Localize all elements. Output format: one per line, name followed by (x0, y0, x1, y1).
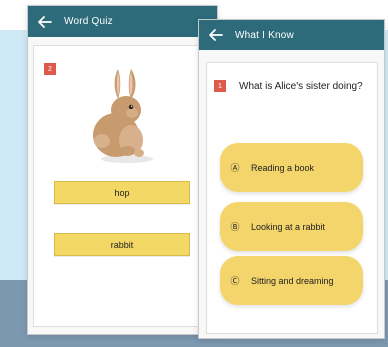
option-c-marker: Ⓒ (230, 276, 240, 286)
word-quiz-screen: Word Quiz 2 hop rabbit (27, 5, 218, 335)
answer-b-button[interactable]: Ⓑ Looking at a rabbit (220, 202, 363, 251)
what-i-know-card: 1 What is Alice's sister doing? Ⓐ Readin… (206, 62, 378, 334)
question-number-badge: 2 (44, 63, 56, 75)
word-quiz-title: Word Quiz (64, 16, 113, 27)
what-i-know-appbar: What I Know (199, 20, 384, 50)
word-quiz-appbar: Word Quiz (28, 6, 217, 37)
question-text: What is Alice's sister doing? (239, 81, 363, 92)
option-a-marker: Ⓐ (230, 163, 240, 173)
word-quiz-card: 2 hop rabbit (33, 45, 213, 327)
option-b-marker: Ⓑ (230, 222, 240, 232)
rabbit-illustration (83, 63, 167, 167)
answer-b-label: Looking at a rabbit (251, 221, 326, 232)
what-i-know-title: What I Know (235, 29, 294, 41)
answer-a-button[interactable]: Ⓐ Reading a book (220, 143, 363, 192)
answer-c-label: Sitting and dreaming (251, 275, 334, 286)
arrow-left-icon[interactable] (207, 26, 225, 44)
arrow-left-icon[interactable] (36, 13, 54, 31)
what-i-know-screen: What I Know 1 What is Alice's sister doi… (198, 19, 385, 339)
answer-a-label: Reading a book (251, 162, 315, 173)
hop-option-button[interactable]: hop (54, 181, 190, 204)
answer-c-button[interactable]: Ⓒ Sitting and dreaming (220, 256, 363, 305)
question-number-badge: 1 (214, 80, 226, 92)
rabbit-option-button[interactable]: rabbit (54, 233, 190, 256)
